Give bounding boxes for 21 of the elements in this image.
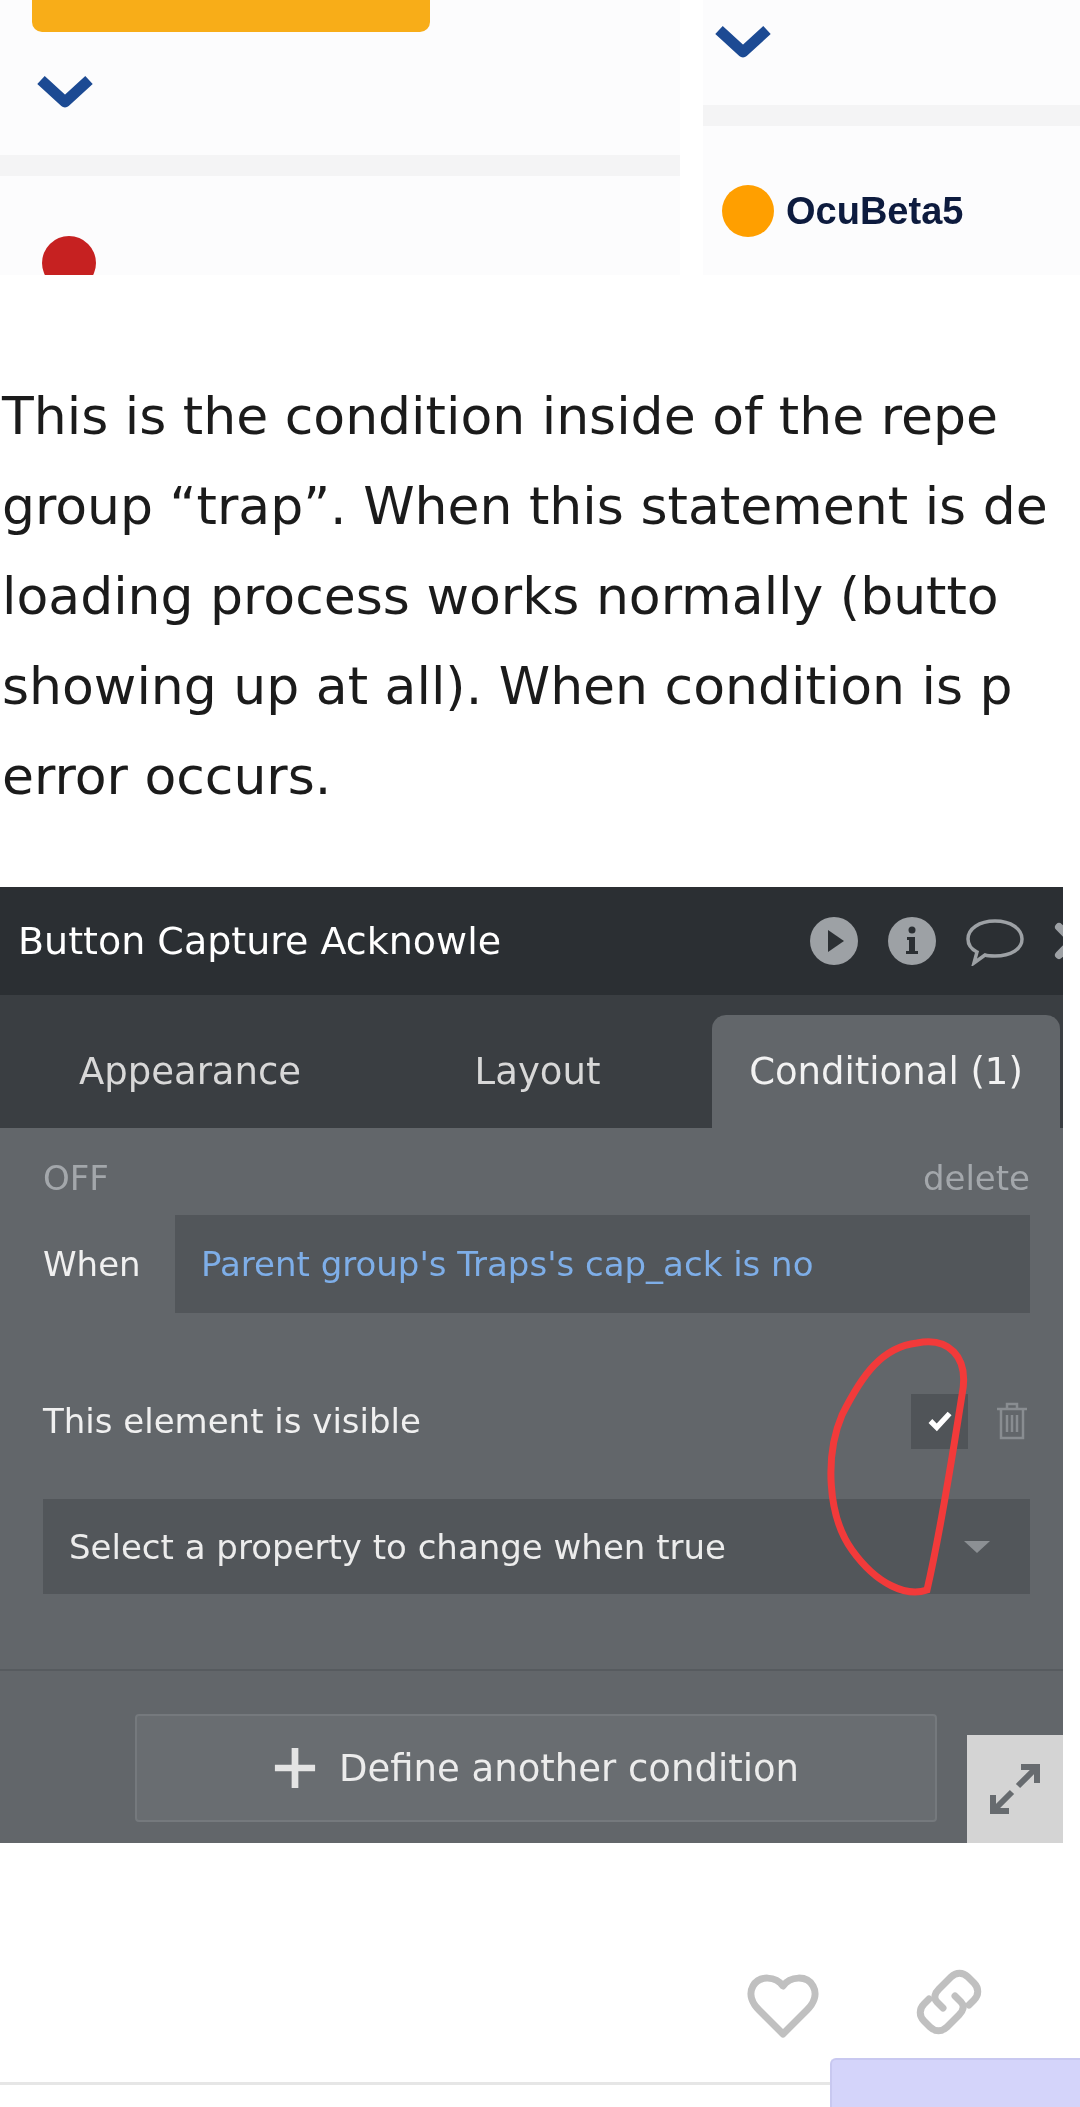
play-icon[interactable] [809,916,859,966]
info-icon[interactable] [887,916,937,966]
caret-icon [962,1538,992,1555]
tab[interactable]: Appearance [0,1015,380,1128]
paragraph-line: loading process works normally (butto [1,565,1000,628]
when-label: When [43,1244,142,1284]
paragraph-line: group “trap”. When this statement is de [1,475,1049,538]
define-condition-button[interactable]: Define another condition [135,1714,937,1822]
comment-icon[interactable] [965,916,1025,966]
expression-field[interactable]: Parent group's Traps's cap_ack is no [175,1215,1030,1313]
property-dropdown[interactable]: Select a property to change when true [43,1499,1030,1594]
plus-icon [272,1746,317,1790]
tab[interactable]: Conditional (1) [712,1015,1060,1128]
paragraph-line: showing up at all). When condition is p [1,655,1014,718]
property-label: This element is visible [43,1401,421,1441]
user-name: OcuBeta5 [786,189,964,233]
paragraph-line: This is the condition inside of the repe [0,385,999,448]
expand-button[interactable] [967,1735,1063,1843]
tab[interactable]: Layout [380,1015,695,1128]
paragraph-line: error occurs. [1,745,333,808]
panel-title: Button Capture Acknowle [18,919,502,963]
